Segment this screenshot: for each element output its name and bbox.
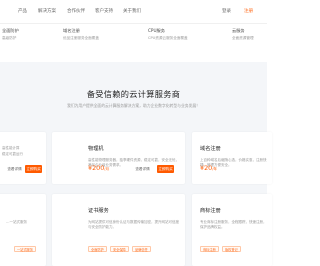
card-title: 商标注册 [200, 208, 221, 214]
nav-item-about[interactable]: 关于我们 [123, 8, 141, 14]
feature-tag: 全面防护 [88, 246, 107, 252]
products-section: 备受信赖的云计算服务商 我们为用户提供全面的云计算服务解决方案，助力企业数字化转… [0, 62, 272, 266]
price-unit: /年 [212, 167, 218, 171]
strip-card-title: 云服务 [232, 28, 245, 33]
nav-item-solutions[interactable]: 解决方案 [38, 8, 56, 14]
product-card-ssl[interactable]: 证书服务 为网站提供可信身份认证与数据传输加密，提升网站可信度与安全防护能力。 … [52, 194, 185, 266]
card-title: 证书服务 [88, 208, 109, 214]
strip-card[interactable]: 全面防护 高级防护 [2, 28, 60, 58]
card-price: ¥200/月 [88, 164, 109, 172]
card-title: 域名注册 [200, 146, 221, 152]
card-desc: 专业商标注册服务，全程跟踪，快速注册，保护品牌权益。 [200, 220, 267, 230]
strip-card[interactable]: 云服务 全面资源管理 [232, 28, 290, 58]
product-card-trademark[interactable]: 商标注册 专业商标注册服务，全程跟踪，快速注册，保护品牌权益。 商标注册 版权登… [192, 194, 272, 266]
strip-card-title: 域名注册 [63, 28, 80, 33]
product-card-physical-machine[interactable]: 物理机 高性能物理服务器，独享硬件资源，稳定可靠，安全无忧，满足企业级业务需求。… [52, 132, 185, 184]
strip-card-desc: 高级防护 [2, 36, 17, 40]
card-title: 物理机 [88, 146, 104, 152]
card-price: ¥20/年 [200, 164, 217, 172]
product-card-partial[interactable]: 高性能计算 稳定可靠运行 查看详情 立即购买 [0, 132, 46, 184]
nav-item-products[interactable]: 产品 [18, 8, 27, 14]
strip-card-title: CPU服务 [148, 28, 165, 33]
price-unit: /月 [104, 167, 110, 171]
price-value: ¥20 [200, 164, 213, 172]
strip-card[interactable]: CPU服务 CPU资源云服务全面覆盖 [148, 28, 206, 58]
card-desc-line: …一站式服务 [6, 220, 27, 224]
price-value: ¥200 [88, 164, 105, 172]
strip-card-desc: CPU资源云服务全面覆盖 [148, 36, 188, 40]
nav-item-partners[interactable]: 合作伙伴 [67, 8, 85, 14]
feature-strip: 全面防护 高级防护 域名注册 优品注册服务全面覆盖 CPU服务 CPU资源云服务… [0, 24, 267, 62]
strip-card[interactable]: 域名注册 优品注册服务全面覆盖 [63, 28, 121, 58]
product-card-partial[interactable]: …一站式服务 一站式服务 [0, 194, 46, 266]
nav-item-support[interactable]: 客户支持 [95, 8, 113, 14]
feature-tag: 品牌信任 [132, 246, 151, 252]
buy-now-button[interactable]: 立即购买 [25, 165, 42, 173]
card-desc: 为网站提供可信身份认证与数据传输加密，提升网站可信度与安全防护能力。 [88, 220, 179, 230]
login-link[interactable]: 登录 [222, 8, 231, 14]
section-subtitle: 我们为用户提供全面的云计算服务解决方案，助力企业数字化转型与业务发展！ [67, 103, 200, 108]
feature-tag: 商标注册 [200, 246, 219, 252]
card-desc-line: 高性能计算 [2, 146, 20, 150]
card-desc-line: 稳定可靠运行 [2, 152, 23, 156]
top-nav: 产品 解决方案 合作伙伴 客户支持 关于我们 登录 注册 [0, 0, 267, 24]
strip-card-desc: 优品注册服务全面覆盖 [63, 36, 99, 40]
strip-card-desc: 全面资源管理 [232, 36, 254, 40]
view-details-button[interactable]: 查看详情 [6, 165, 23, 173]
buy-now-button[interactable]: 立即购买 [157, 165, 174, 173]
feature-tag: 一站式服务 [14, 246, 36, 252]
feature-tag: 版权登记 [222, 246, 241, 252]
register-link[interactable]: 注册 [244, 8, 253, 14]
feature-tag: 安全保障 [110, 246, 129, 252]
section-title: 备受信赖的云计算服务商 [86, 89, 181, 99]
view-details-button[interactable]: 查看详情 [134, 165, 151, 173]
product-card-domain[interactable]: 域名注册 上百种域名后缀随心选，价格实惠，注册快捷，管理方便安全。 ¥20/年 [192, 132, 272, 184]
strip-card-title: 全面防护 [2, 28, 19, 33]
